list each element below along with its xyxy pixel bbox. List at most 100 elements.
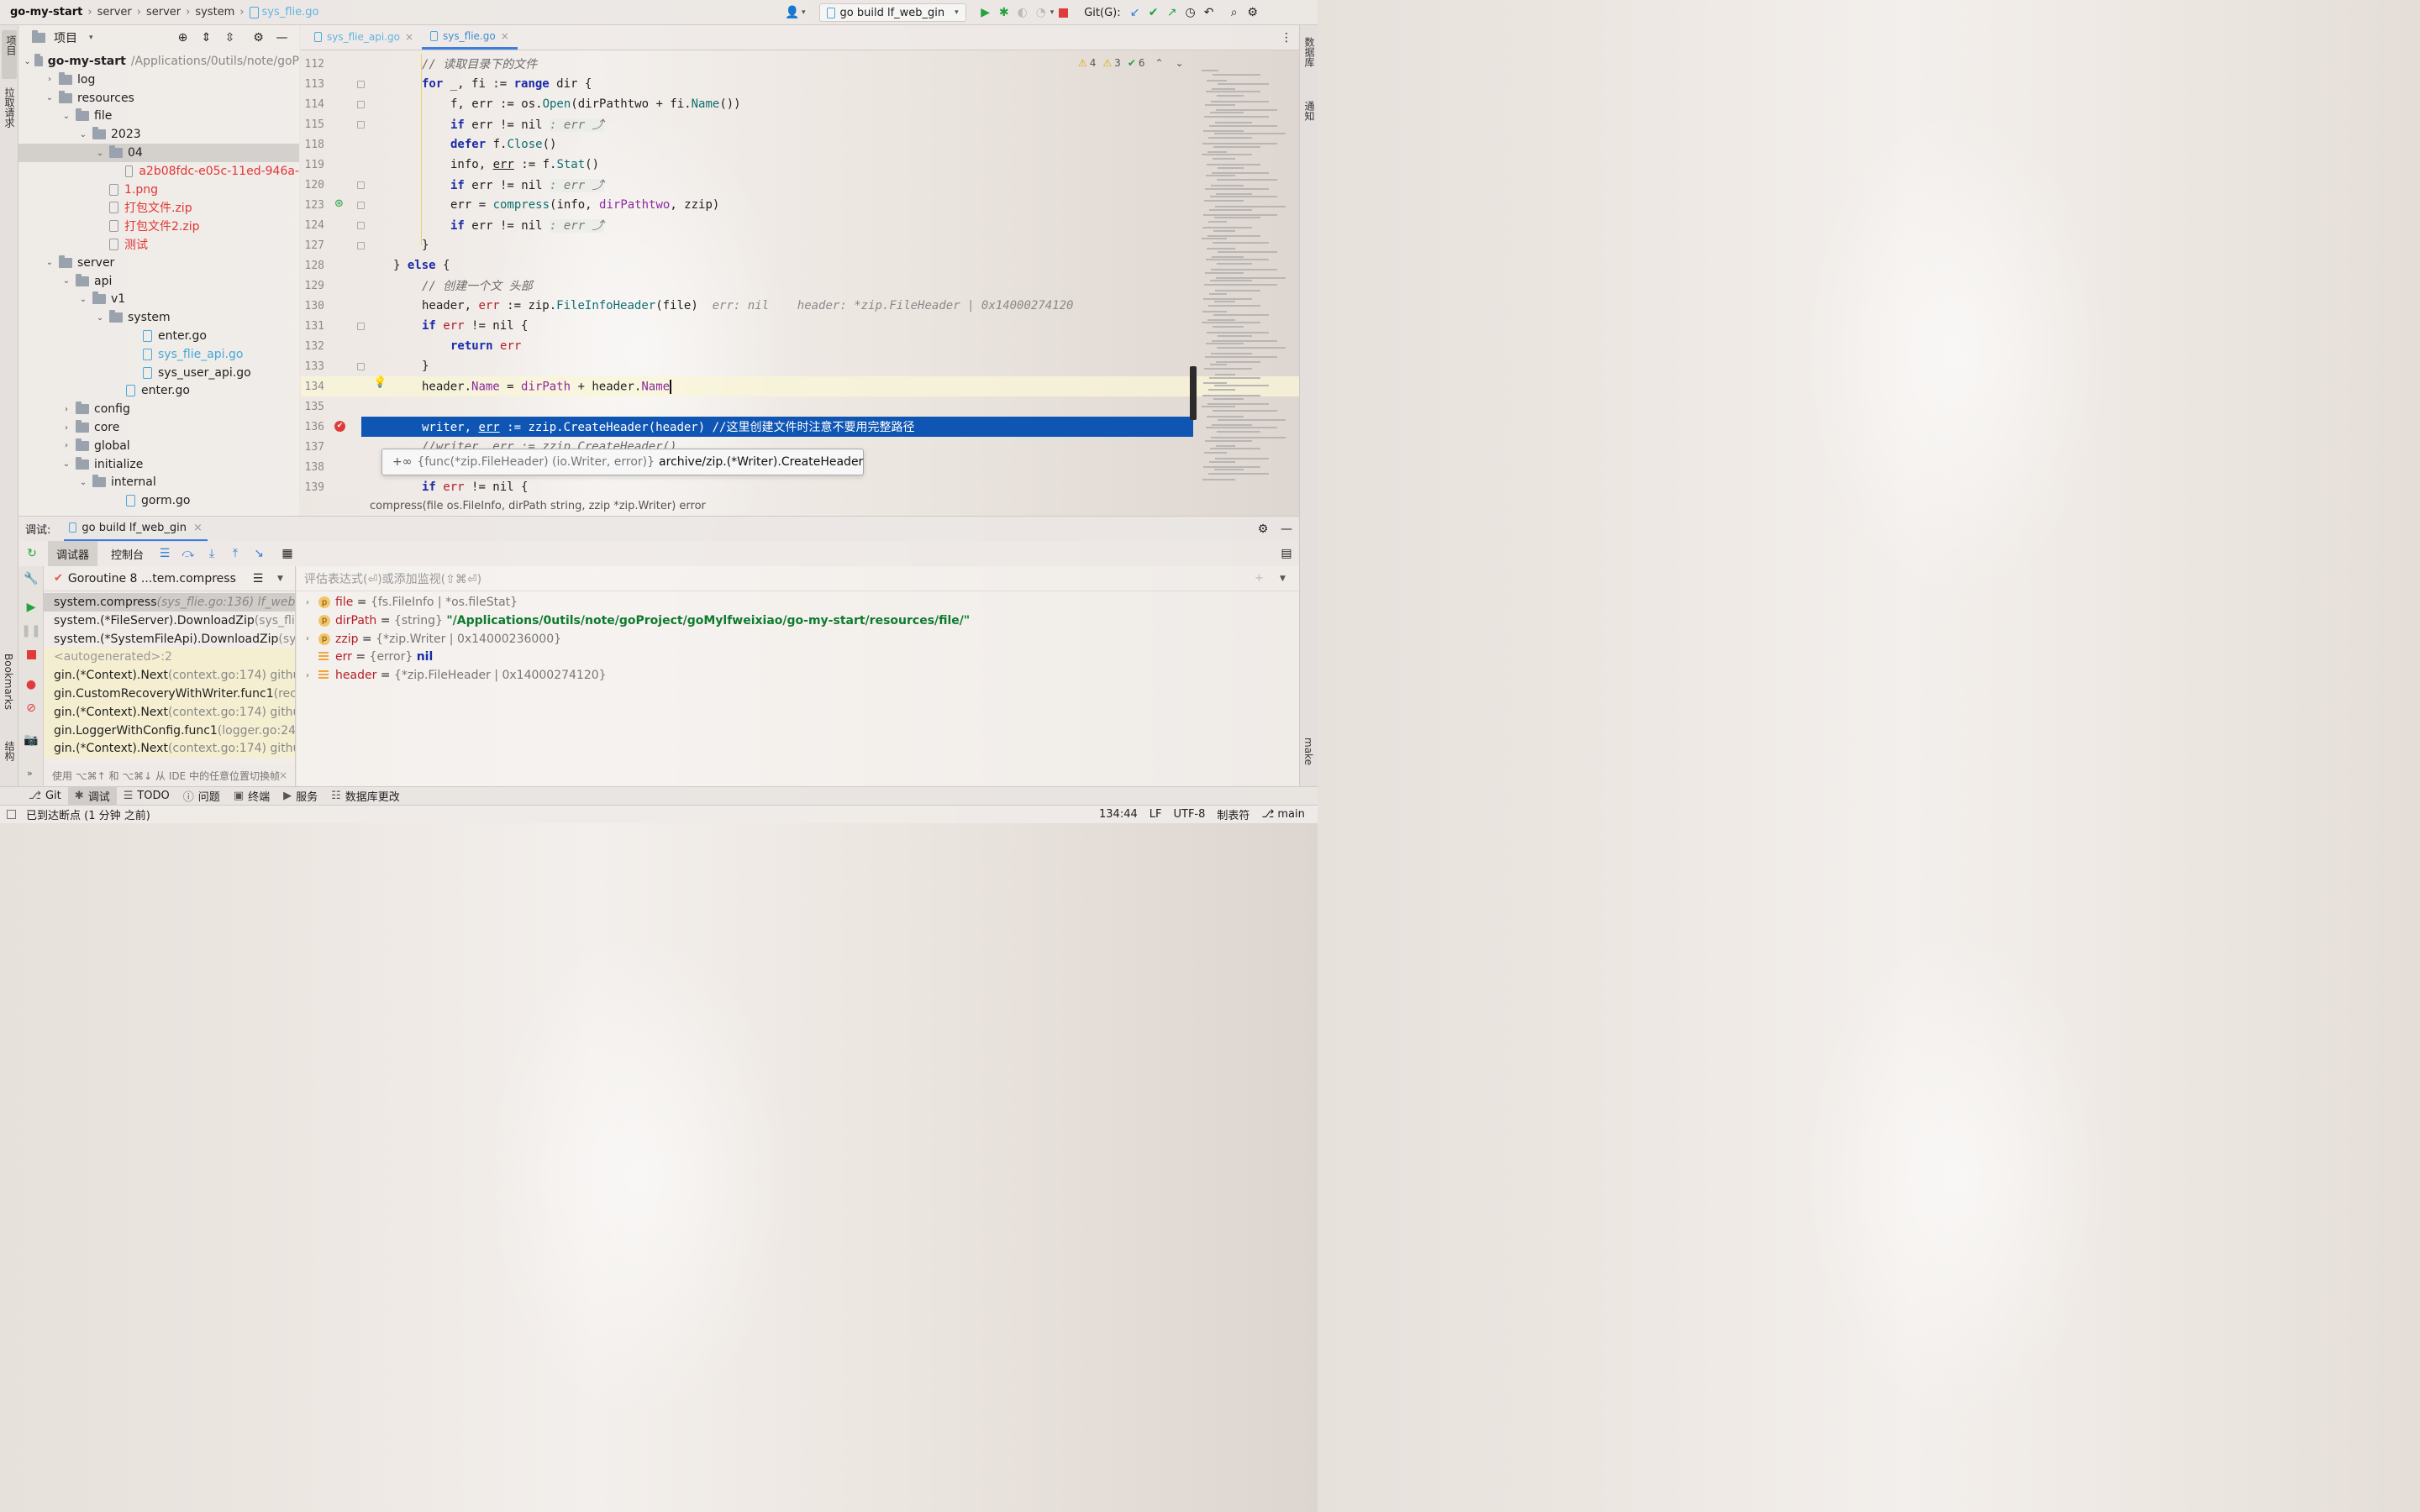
stack-frame[interactable]: gin.(*Context).Next (context.go:174) git… [44,702,295,722]
coverage-icon[interactable]: ◐ [1013,3,1032,22]
locate-icon[interactable]: ⊕ [174,29,192,47]
chevron-down-icon[interactable]: ⌄ [60,276,72,286]
stack-frame[interactable]: gin.(*Context).Next (context.go:174) git… [44,666,295,685]
tree-item[interactable]: 1.png [18,181,299,199]
project-tool-button[interactable]: 项目 [2,30,17,79]
fold-marker-icon[interactable] [357,363,365,370]
add-watch-icon[interactable]: +∞ [392,455,412,469]
stop-icon[interactable] [22,645,40,664]
minimap[interactable] [1197,67,1289,487]
code-line[interactable]: 123 err = compress(info, dirPathtwo, zzip… [301,195,1192,215]
chevron-right-icon[interactable]: › [60,441,72,450]
more-icon[interactable]: » [27,768,33,779]
scrollbar-thumb[interactable] [1190,366,1197,420]
tree-item[interactable]: ⌄ system [18,308,299,327]
chevron-down-icon[interactable]: ⌄ [44,93,55,102]
close-icon[interactable]: × [501,30,509,42]
gear-icon[interactable]: ⚙ [250,29,268,47]
code-editor[interactable]: 112 // 读取目录下的文件 113 for _, fi := range dir … [301,50,1299,494]
tool-tab-services[interactable]: ▶ 服务 [276,787,324,806]
stack-frame[interactable]: system.compress (sys_flie.go:136) lf_web [44,593,295,612]
tool-tab-debug[interactable]: ✱ 调试 [67,786,117,806]
breadcrumb-item[interactable]: server [146,6,181,18]
tool-tab-terminal[interactable]: ▣ 终端 [227,787,276,806]
breadcrumb-project[interactable]: go-my-start [10,6,82,18]
bookmarks-tool-label[interactable]: Bookmarks [3,654,14,710]
code-line[interactable]: 139 if err != nil { [301,477,1192,494]
step-over-icon[interactable]: ⤼ [179,544,197,563]
tree-item[interactable]: gorm.go [18,491,299,510]
close-icon[interactable]: × [193,522,203,534]
chevron-down-icon[interactable]: ▼ [277,575,283,583]
wrench-icon[interactable]: 🔧 [22,570,40,588]
chevron-down-icon[interactable]: ⌄ [94,149,106,158]
tool-tab-todo[interactable]: ☰ TODO [117,787,176,806]
profile-icon[interactable]: ◔ [1032,3,1050,22]
chevron-right-icon[interactable]: › [297,671,318,680]
step-out-icon[interactable]: ⤒ [226,544,245,563]
code-line[interactable]: 129 // 创建一个文 头部 [301,276,1192,296]
tool-tab-problems[interactable]: ⓘ 问题 [176,787,227,806]
line-separator[interactable]: LF [1150,808,1162,821]
fold-marker-icon[interactable] [357,101,365,108]
structure-tool-label[interactable]: 结构 [3,741,17,761]
variable-row[interactable]: err = {error} nil [297,648,1299,666]
pause-icon[interactable]: ❚❚ [21,622,40,640]
fold-marker-icon[interactable] [357,323,365,330]
history-icon[interactable]: ◷ [1181,3,1200,22]
tree-item[interactable]: ⌄ initialize [18,455,299,474]
collapse-all-icon[interactable]: ⇳ [221,29,239,47]
stack-frame[interactable]: <autogenerated>:2 [44,648,295,667]
git-branch[interactable]: ⎇ main [1261,808,1304,821]
code-line[interactable]: 112 // 读取目录下的文件 [301,54,1192,74]
goroutine-select[interactable]: ✔ Goroutine 8 ...tem.compress ☰ ▼ [44,566,295,591]
tool-tab-database-changes[interactable]: ☷ 数据库更改 [324,787,407,806]
code-line[interactable]: 132 return err [301,336,1192,356]
chevron-down-icon[interactable]: ⌄ [77,478,89,487]
tree-item[interactable]: enter.go [18,327,299,345]
tree-item[interactable]: sys_flie_api.go [18,345,299,364]
evaluate-icon[interactable]: ▦ [278,544,297,563]
cursor-position[interactable]: 134:44 [1099,808,1138,821]
tree-item[interactable]: ⌄ internal [18,473,299,491]
rerun-icon[interactable]: ↻ [23,544,41,563]
quick-doc-popup[interactable]: +∞ {func(*zip.FileHeader) (io.Writer, er… [381,449,864,475]
hide-icon[interactable]: — [273,29,292,47]
breakpoint-icon[interactable]: ✔ [334,418,345,432]
step-into-icon[interactable]: ⤓ [203,544,221,563]
debug-session-tab[interactable]: go build lf_web_gin × [64,517,208,542]
run-icon[interactable]: ▶ [976,3,995,22]
search-icon[interactable]: ⌕ [1225,3,1244,22]
hide-icon[interactable]: — [1277,520,1296,538]
chevron-down-icon[interactable]: ⌄ [44,258,55,267]
tree-item[interactable]: sys_user_api.go [18,364,299,382]
fold-marker-icon[interactable] [357,222,365,229]
code-line[interactable]: 134 header.Name = dirPath + header.Name [301,376,1299,396]
layout-icon[interactable]: ▤ [1277,544,1296,563]
chevron-right-icon[interactable]: › [44,75,55,84]
code-line[interactable]: 118 defer f.Close() [301,134,1192,155]
notifications-tool-label[interactable]: 通知 [1302,101,1317,121]
expand-all-icon[interactable]: ⇕ [197,29,216,47]
run-gutter-icon[interactable]: ⊛ [334,197,344,210]
variable-row[interactable]: › p zzip = {*zip.Writer | 0x14000236000} [297,630,1299,648]
code-line[interactable]: 135 [301,396,1192,417]
user-icon[interactable]: 👤 [783,3,802,22]
evaluate-expression-input[interactable]: 评估表达式(⏎)或添加监视(⇧⌘⏎) + ▼ [297,566,1299,591]
chevron-down-icon[interactable]: ▾ [802,8,806,17]
run-to-cursor-icon[interactable]: ↘ [250,544,268,563]
filter-icon[interactable]: ☰ [249,570,267,588]
tree-item[interactable]: 打包文件2.zip [18,217,299,235]
tree-item[interactable]: 测试 [18,235,299,254]
stack-frame[interactable]: gin.LoggerWithConfig.func1 (logger.go:24 [44,721,295,740]
panel-toggle-icon[interactable] [7,810,16,819]
show-execution-point-icon[interactable]: ☰ [155,544,174,563]
stack-frame[interactable]: gin.CustomRecoveryWithWriter.func1 (rec [44,685,295,703]
git-commit-icon[interactable]: ✔ [1144,3,1163,22]
chevron-down-icon[interactable]: ▼ [1280,575,1286,583]
fold-marker-icon[interactable] [357,202,365,209]
breadcrumb-item[interactable]: server [97,6,132,18]
code-line[interactable]: 133} [301,356,1192,376]
variable-row[interactable]: p dirPath = {string} "/Applications/0util… [297,612,1299,630]
stack-frame[interactable]: system.(*FileServer).DownloadZip (sys_fl… [44,612,295,630]
